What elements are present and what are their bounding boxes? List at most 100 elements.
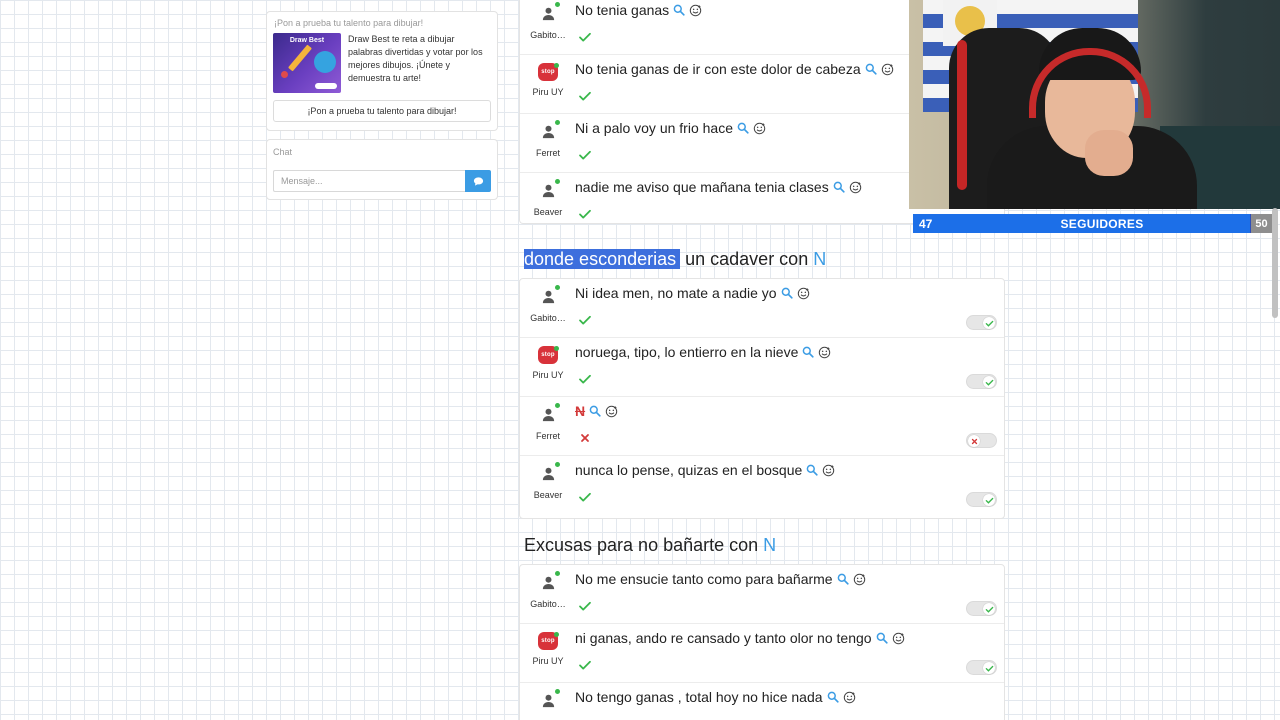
promo-title: ¡Pon a prueba tu talento para dibujar! bbox=[274, 18, 424, 28]
valid-check-icon bbox=[578, 30, 592, 44]
valid-check-icon bbox=[578, 599, 592, 613]
promo-play-button[interactable]: ¡Pon a prueba tu talento para dibujar! bbox=[273, 100, 491, 122]
avatar bbox=[537, 571, 560, 593]
answer-text: No tenia ganas bbox=[575, 2, 670, 18]
chat-panel: Chat bbox=[266, 139, 498, 200]
answer-text: No tengo ganas , total hoy no hice nada bbox=[575, 689, 823, 705]
valid-check-icon bbox=[578, 658, 592, 672]
emoji-reaction-icon[interactable] bbox=[818, 346, 831, 359]
search-icon[interactable] bbox=[806, 464, 818, 476]
stop-icon: stop bbox=[541, 638, 555, 644]
user-icon bbox=[542, 7, 554, 20]
promo-description: Draw Best te reta a dibujar palabras div… bbox=[348, 34, 483, 83]
invalid-x-icon bbox=[578, 431, 592, 445]
player-name: Gabito… bbox=[530, 30, 566, 40]
player-name: Ferret bbox=[535, 431, 560, 441]
online-indicator bbox=[555, 2, 560, 7]
answer-text-invalid: N bbox=[575, 403, 586, 419]
emoji-reaction-icon[interactable] bbox=[853, 573, 866, 586]
answer-text: Ni idea men, no mate a nadie yo bbox=[575, 285, 777, 301]
check-icon bbox=[985, 606, 993, 613]
speech-bubble-icon bbox=[314, 51, 336, 73]
player-name: Gabito… bbox=[530, 599, 566, 609]
avatar bbox=[537, 179, 560, 201]
answer-row: stop Piru UY ni ganas, ando re cansado y… bbox=[520, 624, 1004, 683]
stop-icon: stop bbox=[541, 352, 555, 358]
category-title-selected-text: donde esconderias bbox=[524, 249, 681, 269]
pencil-icon bbox=[288, 44, 312, 72]
search-icon[interactable] bbox=[837, 573, 849, 585]
search-icon[interactable] bbox=[827, 691, 839, 703]
online-indicator bbox=[555, 571, 560, 576]
paint-drop-icon bbox=[281, 71, 288, 78]
follower-label: SEGUIDORES bbox=[1060, 216, 1144, 231]
check-icon bbox=[985, 497, 993, 504]
vote-toggle[interactable] bbox=[966, 374, 997, 389]
avatar bbox=[537, 120, 560, 142]
search-icon[interactable] bbox=[833, 181, 845, 193]
emoji-reaction-icon[interactable] bbox=[753, 122, 766, 135]
search-icon[interactable] bbox=[589, 405, 601, 417]
emoji-reaction-icon[interactable] bbox=[689, 4, 702, 17]
user-icon bbox=[542, 467, 554, 480]
vote-toggle[interactable] bbox=[966, 492, 997, 507]
avatar bbox=[537, 462, 560, 484]
user-icon bbox=[542, 184, 554, 197]
search-icon[interactable] bbox=[781, 287, 793, 299]
check-icon bbox=[985, 379, 993, 386]
answer-text: No me ensucie tanto como para bañarme bbox=[575, 571, 833, 587]
emoji-reaction-icon[interactable] bbox=[892, 632, 905, 645]
player-name: Piru UY bbox=[532, 370, 564, 380]
scrollbar-thumb[interactable] bbox=[1272, 208, 1278, 318]
online-indicator bbox=[555, 689, 560, 694]
chat-bubble-icon bbox=[473, 176, 483, 186]
search-icon[interactable] bbox=[876, 632, 888, 644]
avatar bbox=[537, 689, 560, 711]
emoji-reaction-icon[interactable] bbox=[822, 464, 835, 477]
avatar bbox=[537, 403, 560, 425]
chat-send-button[interactable] bbox=[465, 170, 491, 192]
search-icon[interactable] bbox=[737, 122, 749, 134]
search-icon[interactable] bbox=[865, 63, 877, 75]
vote-toggle[interactable] bbox=[966, 433, 997, 448]
avatar: stop bbox=[538, 632, 559, 650]
emoji-reaction-icon[interactable] bbox=[881, 63, 894, 76]
streamer-webcam bbox=[909, 0, 1280, 209]
emoji-reaction-icon[interactable] bbox=[797, 287, 810, 300]
hand bbox=[1085, 130, 1133, 176]
answers-card-category-2: Gabito… No me ensucie tanto como para ba… bbox=[519, 564, 1005, 720]
page-scrollbar[interactable] bbox=[1272, 0, 1278, 720]
answer-text: ni ganas, ando re cansado y tanto olor n… bbox=[575, 630, 872, 646]
chat-title: Chat bbox=[273, 147, 293, 157]
follower-goal-bar: 47 SEGUIDORES 50 bbox=[913, 214, 1272, 233]
emoji-reaction-icon[interactable] bbox=[605, 405, 618, 418]
stop-icon: stop bbox=[541, 69, 555, 75]
search-icon[interactable] bbox=[673, 4, 685, 16]
online-indicator bbox=[554, 346, 559, 351]
category-title: Excusas para no bañarte con N bbox=[524, 535, 776, 556]
chat-message-input[interactable] bbox=[273, 170, 465, 192]
vote-toggle[interactable] bbox=[966, 601, 997, 616]
user-icon bbox=[542, 290, 554, 303]
user-icon bbox=[542, 408, 554, 421]
user-icon bbox=[542, 125, 554, 138]
online-indicator bbox=[555, 120, 560, 125]
valid-check-icon bbox=[578, 207, 592, 221]
draw-best-banner-image[interactable]: Draw Best bbox=[273, 33, 341, 93]
valid-check-icon bbox=[578, 490, 592, 504]
avatar: stop bbox=[538, 63, 559, 81]
answer-row: Ferret N bbox=[520, 397, 1004, 456]
answer-text: noruega, tipo, lo entierro en la nieve bbox=[575, 344, 799, 360]
vote-toggle[interactable] bbox=[966, 315, 997, 330]
online-indicator bbox=[554, 63, 559, 68]
valid-check-icon bbox=[578, 313, 592, 327]
answers-card-category-1: Gabito… Ni idea men, no mate a nadie yo … bbox=[519, 278, 1005, 519]
category-title-text: un cadaver con bbox=[680, 249, 814, 269]
search-icon[interactable] bbox=[802, 346, 815, 358]
vote-toggle[interactable] bbox=[966, 660, 997, 675]
player-name: Beaver bbox=[533, 490, 563, 500]
emoji-reaction-icon[interactable] bbox=[843, 691, 856, 704]
emoji-reaction-icon[interactable] bbox=[849, 181, 862, 194]
answer-text: Ni a palo voy un frio hace bbox=[575, 120, 733, 136]
player-name: Beaver bbox=[533, 207, 563, 217]
